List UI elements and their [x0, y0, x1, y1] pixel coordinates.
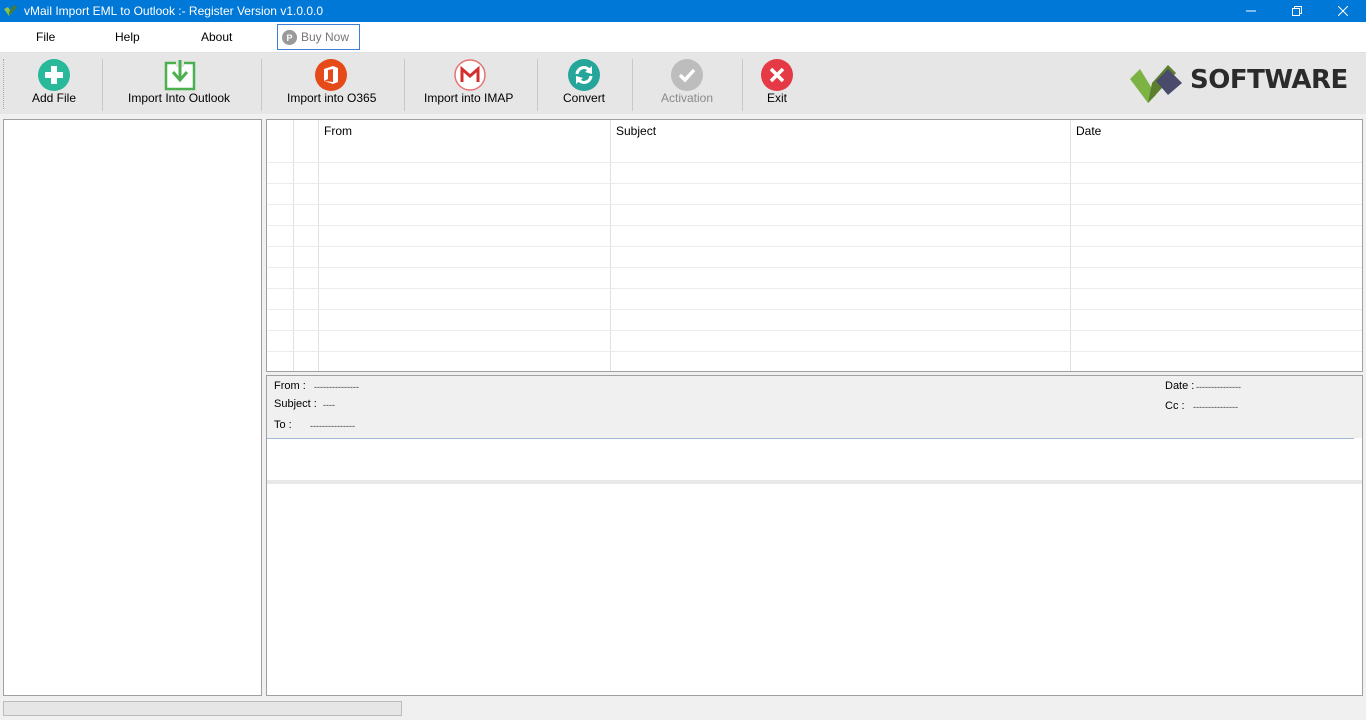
add-file-button[interactable]: Add File	[28, 53, 80, 113]
add-icon	[38, 59, 70, 91]
grid-row-divider	[267, 225, 1362, 226]
folder-tree-panel[interactable]	[3, 119, 262, 696]
grid-row-divider	[267, 183, 1362, 184]
restore-icon	[1292, 6, 1302, 16]
import-into-o365-button[interactable]: Import into O365	[285, 53, 381, 113]
column-header-from[interactable]: From	[324, 124, 352, 138]
title-bar: vMail Import EML to Outlook :- Register …	[0, 0, 1366, 22]
date-label: Date :	[1165, 380, 1195, 392]
buy-now-label: Buy Now	[301, 30, 350, 44]
email-preview-pane: From : --------------- Subject : ---- To…	[266, 375, 1363, 696]
window-title: vMail Import EML to Outlook :- Register …	[24, 4, 324, 18]
office-365-icon	[315, 59, 347, 91]
brand-logo: SOFTWARE	[1128, 63, 1358, 107]
column-header-date[interactable]: Date	[1076, 124, 1101, 138]
brand-logo-text: SOFTWARE	[1190, 65, 1348, 95]
column-header-subject[interactable]: Subject	[616, 124, 656, 138]
checkmark-icon	[671, 59, 703, 91]
import-into-imap-label: Import into IMAP	[424, 91, 514, 105]
date-value: ---------------	[1196, 382, 1241, 392]
email-list-grid[interactable]: From Subject Date	[266, 119, 1363, 372]
status-bar	[0, 698, 1366, 720]
grid-row-divider	[267, 162, 1362, 163]
progress-bar	[3, 701, 402, 716]
toolbar-separator	[632, 59, 633, 111]
close-icon	[1338, 6, 1348, 16]
grid-row-divider	[267, 204, 1362, 205]
import-into-outlook-button[interactable]: Import Into Outlook	[126, 53, 238, 113]
minimize-button[interactable]	[1228, 0, 1274, 22]
convert-label: Convert	[563, 91, 606, 105]
toolbar-separator	[537, 59, 538, 111]
cc-value: ---------------	[1193, 402, 1238, 412]
toolbar-grip	[3, 59, 5, 109]
buy-now-button[interactable]: P Buy Now	[277, 24, 360, 50]
convert-button[interactable]: Convert	[561, 53, 609, 113]
exit-button[interactable]: Exit	[761, 53, 793, 113]
import-into-imap-button[interactable]: Import into IMAP	[422, 53, 518, 113]
toolbar: Add File Import Into Outlook Import into…	[0, 52, 1366, 114]
subject-label: Subject :	[274, 398, 317, 410]
add-file-label: Add File	[32, 91, 77, 105]
from-label: From :	[274, 380, 306, 392]
grid-row-divider	[267, 267, 1362, 268]
preview-header: From : --------------- Subject : ---- To…	[267, 376, 1362, 438]
import-download-icon	[164, 59, 196, 91]
convert-refresh-icon	[568, 59, 600, 91]
menu-bar: File Help About P Buy Now	[0, 22, 1366, 52]
activation-button[interactable]: Activation	[659, 53, 719, 113]
exit-close-icon	[761, 59, 793, 91]
to-value: ---------------	[310, 421, 355, 431]
grid-row-divider	[267, 288, 1362, 289]
exit-label: Exit	[767, 91, 788, 105]
restore-button[interactable]	[1274, 0, 1320, 22]
preview-header-divider	[267, 438, 1354, 439]
subject-value: ----	[323, 400, 335, 410]
menu-help[interactable]: Help	[115, 30, 140, 44]
menu-about[interactable]: About	[201, 30, 232, 44]
grid-row-divider	[267, 330, 1362, 331]
toolbar-separator	[742, 59, 743, 111]
from-value: ---------------	[314, 382, 359, 392]
toolbar-separator	[404, 59, 405, 111]
menu-file[interactable]: File	[36, 30, 55, 44]
toolbar-separator	[102, 59, 103, 111]
buy-now-icon: P	[282, 30, 297, 45]
grid-row-divider	[267, 351, 1362, 352]
svg-text:P: P	[286, 33, 292, 43]
activation-label: Activation	[661, 91, 714, 105]
brand-logo-icon	[1130, 65, 1182, 103]
to-label: To :	[274, 419, 292, 431]
import-into-outlook-label: Import Into Outlook	[128, 91, 231, 105]
gmail-icon	[454, 59, 486, 91]
import-into-o365-label: Import into O365	[287, 91, 377, 105]
toolbar-separator	[261, 59, 262, 111]
close-button[interactable]	[1320, 0, 1366, 22]
app-logo-icon	[4, 5, 17, 16]
grid-row-divider	[267, 246, 1362, 247]
grid-row-divider	[267, 309, 1362, 310]
preview-attachment-strip	[267, 480, 1362, 484]
minimize-icon	[1246, 10, 1256, 12]
cc-label: Cc :	[1165, 400, 1185, 412]
